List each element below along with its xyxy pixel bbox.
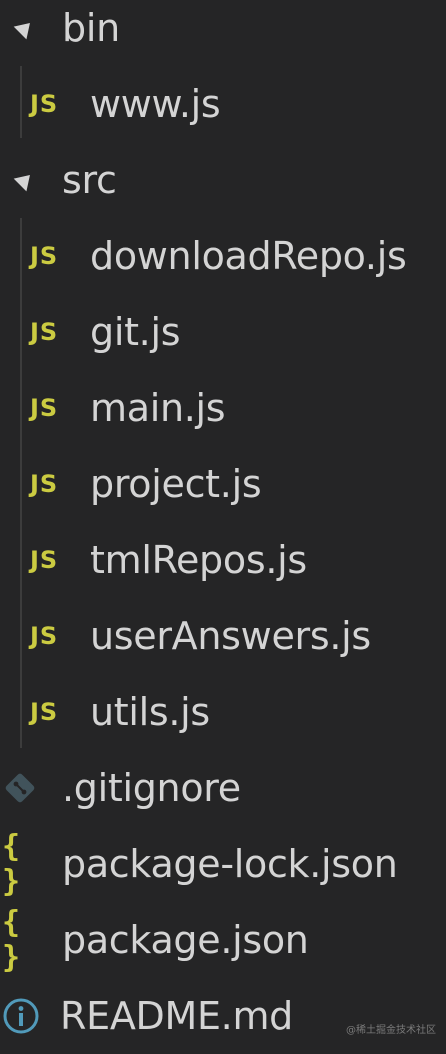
folder-src[interactable]: src [0, 142, 446, 218]
chevron-down-icon[interactable] [13, 168, 37, 192]
javascript-file-icon: JS [30, 622, 59, 650]
javascript-file-icon: JS [30, 242, 59, 270]
file-main-js[interactable]: JS main.js [0, 370, 446, 446]
folder-bin[interactable]: bin [0, 0, 446, 66]
file-label: .gitignore [62, 766, 241, 810]
file-tmlRepos-js[interactable]: JS tmlRepos.js [0, 522, 446, 598]
file-gitignore[interactable]: .gitignore [0, 750, 446, 826]
file-userAnswers-js[interactable]: JS userAnswers.js [0, 598, 446, 674]
file-label: package-lock.json [62, 842, 398, 886]
file-label: package.json [62, 918, 309, 962]
file-label: main.js [90, 386, 226, 430]
chevron-down-icon[interactable] [13, 16, 37, 40]
javascript-file-icon: JS [30, 698, 59, 726]
info-icon [2, 997, 40, 1035]
file-utils-js[interactable]: JS utils.js [0, 674, 446, 750]
file-project-js[interactable]: JS project.js [0, 446, 446, 522]
json-braces-icon: { } [2, 829, 20, 899]
javascript-file-icon: JS [30, 318, 59, 346]
javascript-file-icon: JS [30, 546, 59, 574]
file-package-json[interactable]: { } package.json [0, 902, 446, 978]
file-label: downloadRepo.js [90, 234, 407, 278]
javascript-file-icon: JS [30, 470, 59, 498]
file-label: git.js [90, 310, 181, 354]
folder-label: bin [62, 6, 120, 50]
file-label: www.js [90, 82, 221, 126]
file-www-js[interactable]: JS www.js [0, 66, 446, 142]
javascript-file-icon: JS [30, 394, 59, 422]
file-git-js[interactable]: JS git.js [0, 294, 446, 370]
file-label: utils.js [90, 690, 210, 734]
file-explorer-tree: bin JS www.js src JS downloadRepo.js JS … [0, 0, 446, 1046]
watermark: @稀土掘金技术社区 [346, 1025, 436, 1036]
file-label: tmlRepos.js [90, 538, 307, 582]
file-readme-md[interactable]: README.md [0, 978, 446, 1054]
file-label: README.md [60, 994, 293, 1038]
folder-label: src [62, 158, 117, 202]
file-package-lock-json[interactable]: { } package-lock.json [0, 826, 446, 902]
json-braces-icon: { } [2, 905, 20, 975]
git-diamond-icon [4, 772, 36, 804]
file-label: project.js [90, 462, 262, 506]
file-label: userAnswers.js [90, 614, 371, 658]
file-downloadRepo-js[interactable]: JS downloadRepo.js [0, 218, 446, 294]
javascript-file-icon: JS [30, 90, 59, 118]
